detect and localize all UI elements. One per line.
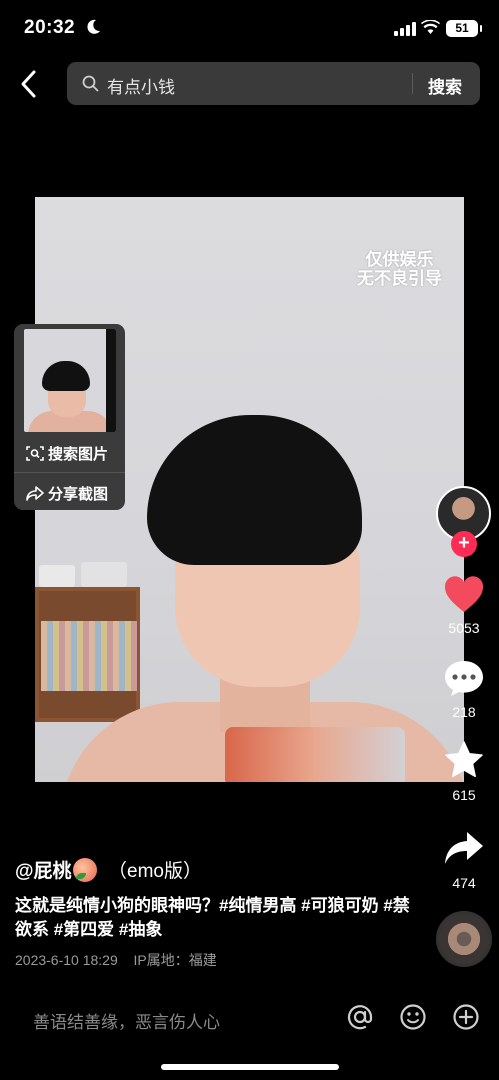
post-caption[interactable]: 这就是纯情小狗的眼神吗？#纯情男高 #可狼可奶 #禁欲系 #第四爱 #抽象 bbox=[15, 894, 415, 942]
like-count: 5053 bbox=[448, 620, 480, 636]
author-name[interactable]: @屁桃 bbox=[15, 856, 72, 883]
heart-icon[interactable] bbox=[443, 574, 485, 614]
at-mention-icon[interactable] bbox=[346, 1003, 374, 1031]
favorite-star-icon[interactable] bbox=[444, 740, 484, 780]
home-indicator[interactable] bbox=[161, 1064, 339, 1070]
back-arrow-icon[interactable] bbox=[14, 66, 44, 102]
share-icon[interactable] bbox=[443, 830, 485, 866]
peach-emoji-icon bbox=[73, 858, 97, 882]
add-plus-icon[interactable] bbox=[452, 1003, 480, 1031]
search-divider bbox=[412, 73, 413, 94]
screenshot-thumbnail[interactable] bbox=[24, 329, 116, 432]
music-disc[interactable] bbox=[436, 911, 492, 967]
share-count: 474 bbox=[452, 875, 476, 891]
wifi-icon bbox=[421, 20, 440, 34]
signal-icon bbox=[394, 22, 416, 36]
watermark-line1: 仅供娱乐 bbox=[365, 250, 434, 269]
share-screenshot-label: 分享截图 bbox=[48, 486, 109, 503]
search-image-button[interactable]: 搜索图片 bbox=[14, 433, 125, 473]
search-query-text[interactable]: 有点小钱 bbox=[107, 73, 175, 98]
video-watermark: 仅供娱乐 无不良引导 bbox=[357, 250, 442, 288]
follow-button[interactable]: + bbox=[451, 531, 477, 557]
comment-input[interactable]: 善语结善缘，恶言伤人心 bbox=[33, 1008, 220, 1033]
comment-icon[interactable] bbox=[443, 658, 485, 698]
search-image-label: 搜索图片 bbox=[48, 446, 109, 463]
books bbox=[41, 621, 137, 691]
video-snack-bag bbox=[225, 727, 405, 782]
video-person-hair bbox=[147, 415, 362, 565]
shelf-object bbox=[39, 565, 75, 587]
battery-icon: 51 bbox=[446, 20, 482, 37]
post-date: 2023-6-10 18:29 bbox=[15, 952, 118, 968]
author-suffix: （emo版） bbox=[108, 861, 202, 882]
search-input[interactable]: 有点小钱 搜索 bbox=[67, 62, 480, 105]
screenshot-float-card: 搜索图片 分享截图 bbox=[14, 324, 125, 510]
post-meta: 2023-6-10 18:29 IP属地：福建 bbox=[15, 950, 217, 970]
search-submit-button[interactable]: 搜索 bbox=[428, 73, 462, 98]
shelf-object bbox=[81, 562, 127, 587]
bookshelf bbox=[35, 587, 140, 722]
image-search-icon bbox=[26, 446, 44, 461]
status-time: 20:32 bbox=[24, 17, 76, 38]
thumbnail-hair bbox=[42, 361, 90, 391]
post-location: IP属地：福建 bbox=[133, 952, 217, 968]
share-arrow-icon bbox=[26, 486, 44, 501]
thumbnail-edge bbox=[106, 329, 116, 432]
watermark-line2: 无不良引导 bbox=[357, 269, 442, 288]
comment-count: 218 bbox=[452, 704, 476, 720]
emoji-icon[interactable] bbox=[399, 1003, 427, 1031]
status-bar: 20:32 51 bbox=[0, 0, 499, 58]
moon-icon bbox=[87, 19, 100, 34]
share-screenshot-button[interactable]: 分享截图 bbox=[14, 472, 125, 510]
search-icon bbox=[82, 75, 99, 92]
favorite-count: 615 bbox=[452, 787, 476, 803]
